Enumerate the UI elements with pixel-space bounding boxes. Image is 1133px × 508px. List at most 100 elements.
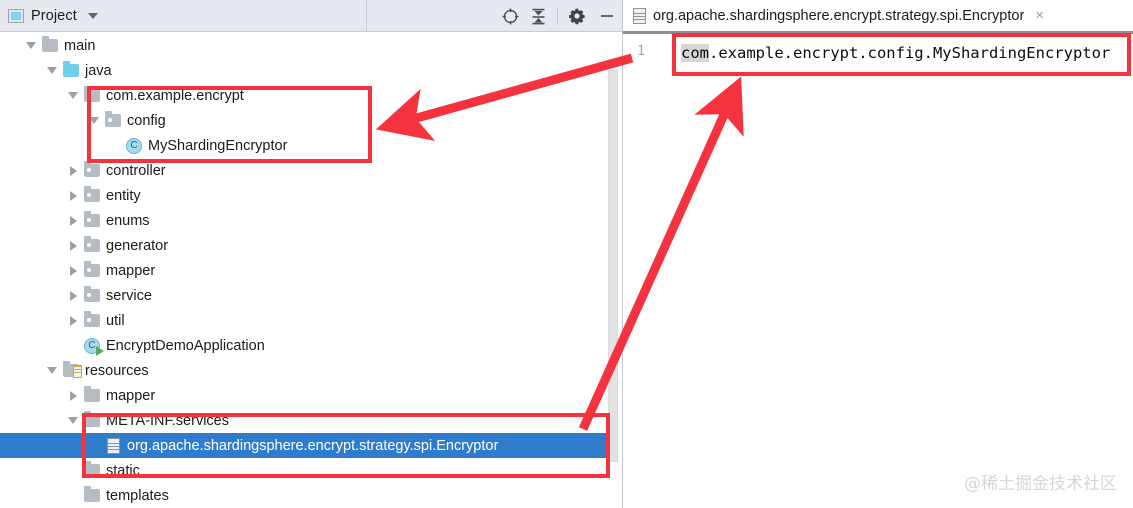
watermark: @稀土掘金技术社区	[964, 474, 1117, 494]
package-icon	[82, 208, 102, 233]
tree-row[interactable]: mapper	[0, 258, 606, 283]
package-icon	[82, 183, 102, 208]
chevron-down-icon[interactable]	[43, 58, 61, 83]
tree-row[interactable]: enums	[0, 208, 606, 233]
tree-row[interactable]: static	[0, 458, 606, 483]
chevron-right-icon[interactable]	[64, 383, 82, 408]
tree-row-label: config	[127, 112, 166, 129]
package-icon	[82, 233, 102, 258]
tree-row-label: mapper	[106, 262, 156, 279]
code-selection: com	[681, 44, 709, 62]
file-icon	[103, 433, 123, 458]
folder-icon	[82, 408, 102, 433]
tree-row[interactable]: main	[0, 33, 606, 58]
project-tree[interactable]: main java com.example.encrypt config C MyShar…	[0, 33, 606, 508]
project-tool-window: Project main java com.example.encrypt co…	[0, 0, 623, 508]
tree-row[interactable]: service	[0, 283, 606, 308]
tree-row-label: generator	[106, 237, 169, 254]
chevron-down-icon[interactable]	[64, 83, 82, 108]
runnable-class-icon: C	[82, 333, 104, 358]
chevron-down-icon[interactable]	[64, 408, 82, 433]
resource-root-icon	[61, 358, 82, 383]
tree-row-label: MyShardingEncryptor	[148, 137, 288, 154]
tree-row[interactable]: generator	[0, 233, 606, 258]
minimize-icon[interactable]	[591, 0, 623, 32]
tree-toggle-spacer	[85, 433, 103, 458]
folder-icon	[82, 458, 102, 483]
tree-row-label: org.apache.shardingsphere.encrypt.strate…	[127, 437, 499, 454]
tree-toggle-spacer	[64, 333, 82, 358]
tree-row-label: main	[64, 37, 96, 54]
chevron-right-icon[interactable]	[64, 258, 82, 283]
chevron-down-icon[interactable]	[85, 108, 103, 133]
tree-scrollbar-thumb[interactable]	[608, 70, 618, 462]
toolbar-divider	[557, 7, 558, 25]
panel-title: Project	[31, 7, 77, 24]
source-root-icon	[61, 58, 81, 83]
file-icon	[633, 7, 646, 24]
tree-row-label: EncryptDemoApplication	[106, 337, 265, 354]
tree-row-label: resources	[85, 362, 149, 379]
tree-row[interactable]: C MyShardingEncryptor	[0, 133, 606, 158]
chevron-right-icon[interactable]	[64, 158, 82, 183]
tree-row[interactable]: templates	[0, 483, 606, 508]
tree-row[interactable]: com.example.encrypt	[0, 83, 606, 108]
line-number: 1	[637, 44, 645, 59]
tree-row[interactable]: java	[0, 58, 606, 83]
tree-row[interactable]: resources	[0, 358, 606, 383]
tree-row-label: java	[85, 62, 112, 79]
package-icon	[103, 108, 123, 133]
ide-window: Project main java com.example.encrypt co…	[0, 0, 1133, 508]
editor-area: org.apache.shardingsphere.encrypt.strate…	[623, 0, 1133, 508]
close-icon[interactable]: ×	[1035, 8, 1044, 23]
folder-icon	[82, 383, 102, 408]
tree-row-label: META-INF.services	[106, 412, 229, 429]
tree-row-label: controller	[106, 162, 166, 179]
tree-row[interactable]: META-INF.services	[0, 408, 606, 433]
project-title-group[interactable]: Project	[0, 8, 98, 24]
tree-row-label: static	[106, 462, 140, 479]
collapse-all-icon[interactable]	[524, 0, 552, 32]
tree-toggle-spacer	[64, 458, 82, 483]
tree-row-label: mapper	[106, 387, 156, 404]
tree-toggle-spacer	[64, 483, 82, 508]
tree-row[interactable]: entity	[0, 183, 606, 208]
editor-gutter: 1	[623, 34, 649, 508]
tree-row-label: com.example.encrypt	[106, 87, 244, 104]
class-icon: C	[124, 133, 144, 158]
chevron-right-icon[interactable]	[64, 183, 82, 208]
tree-row-selected[interactable]: org.apache.shardingsphere.encrypt.strate…	[0, 433, 606, 458]
chevron-right-icon[interactable]	[64, 283, 82, 308]
tree-row[interactable]: util	[0, 308, 606, 333]
crosshair-target-icon[interactable]	[496, 0, 524, 32]
chevron-right-icon[interactable]	[64, 233, 82, 258]
editor-tab[interactable]: org.apache.shardingsphere.encrypt.strate…	[623, 0, 1050, 31]
code-line[interactable]: com.example.encrypt.config.MyShardingEnc…	[681, 44, 1110, 62]
folder-icon	[82, 483, 102, 508]
project-panel-header: Project	[0, 0, 623, 32]
chevron-down-icon[interactable]	[22, 33, 40, 58]
tree-row[interactable]: mapper	[0, 383, 606, 408]
tree-row-label: enums	[106, 212, 150, 229]
editor-tab-bar: org.apache.shardingsphere.encrypt.strate…	[623, 0, 1133, 31]
package-icon	[82, 158, 102, 183]
panel-toolbar	[496, 0, 623, 32]
package-icon	[82, 308, 102, 333]
tree-row-label: util	[106, 312, 125, 329]
chevron-right-icon[interactable]	[64, 208, 82, 233]
gear-icon[interactable]	[563, 0, 591, 32]
tree-row-label: templates	[106, 487, 169, 504]
chevron-down-icon[interactable]	[87, 12, 98, 19]
folder-icon	[40, 33, 60, 58]
tree-row[interactable]: config	[0, 108, 606, 133]
package-icon	[82, 258, 102, 283]
project-panel-icon	[8, 8, 24, 23]
tree-toggle-spacer	[106, 133, 124, 158]
chevron-right-icon[interactable]	[64, 308, 82, 333]
editor-content[interactable]: 1 com.example.encrypt.config.MyShardingE…	[623, 34, 1133, 508]
package-icon	[82, 83, 102, 108]
code-text: .example.encrypt.config.MyShardingEncryp…	[709, 44, 1111, 62]
tree-row[interactable]: controller	[0, 158, 606, 183]
tree-row[interactable]: C EncryptDemoApplication	[0, 333, 606, 358]
chevron-down-icon[interactable]	[43, 358, 61, 383]
